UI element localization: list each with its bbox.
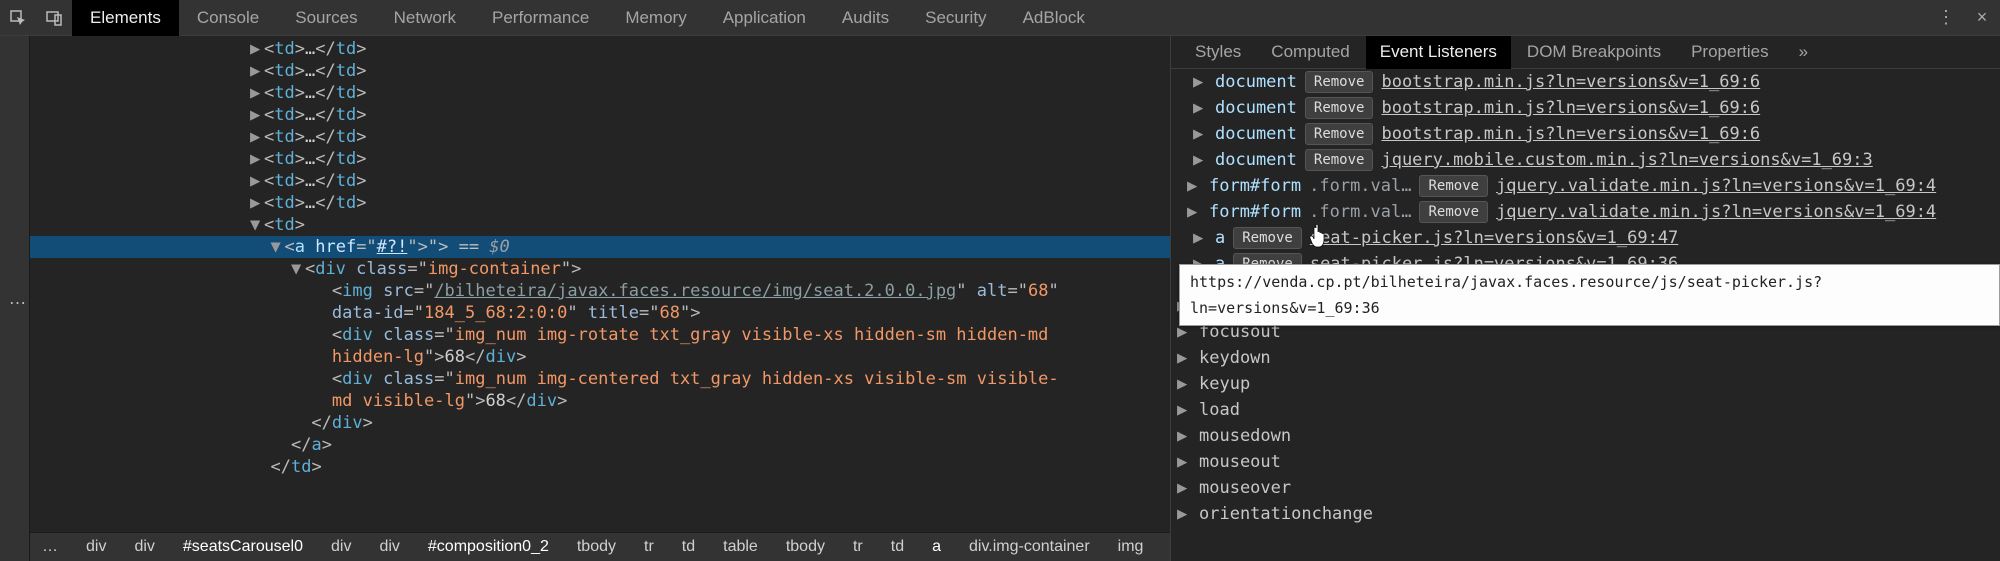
listener-source-link[interactable]: seat-picker.js?ln=versions&v=1_69:47 xyxy=(1310,225,1678,251)
collapsed-td-row[interactable]: ▶<td>…</td> xyxy=(250,170,1170,192)
breadcrumb-14[interactable]: a xyxy=(932,538,941,556)
remove-listener-button[interactable]: Remove xyxy=(1419,201,1488,223)
close-devtools-icon[interactable]: × xyxy=(1964,0,2000,36)
breadcrumb-4[interactable]: div xyxy=(331,538,351,556)
listener-source-link[interactable]: bootstrap.min.js?ln=versions&v=1_69:6 xyxy=(1381,69,1760,95)
tab-security[interactable]: Security xyxy=(907,0,1004,36)
listener-row[interactable]: ▶form#form.form.val… Remove jquery.valid… xyxy=(1187,199,2000,225)
event-type-mousedown[interactable]: ▶mousedown xyxy=(1171,423,2000,449)
event-type-orientationchange[interactable]: ▶orientationchange xyxy=(1171,501,2000,527)
event-type-mouseover[interactable]: ▶mouseover xyxy=(1171,475,2000,501)
listener-source-link[interactable]: jquery.validate.min.js?ln=versions&v=1_6… xyxy=(1496,173,1936,199)
inspect-element-icon[interactable] xyxy=(0,0,36,36)
breadcrumb-0[interactable]: … xyxy=(42,538,58,556)
breadcrumb-1[interactable]: div xyxy=(86,538,106,556)
breadcrumb-7[interactable]: tbody xyxy=(577,538,616,556)
sidepanel-tab-styles[interactable]: Styles xyxy=(1181,36,1255,69)
listener-row[interactable]: ▶document Remove bootstrap.min.js?ln=ver… xyxy=(1187,95,2000,121)
tab-network[interactable]: Network xyxy=(376,0,474,36)
remove-listener-button[interactable]: Remove xyxy=(1233,227,1302,249)
remove-listener-button[interactable]: Remove xyxy=(1305,123,1374,145)
tab-sources[interactable]: Sources xyxy=(277,0,375,36)
listener-row[interactable]: ▶document Remove jquery.mobile.custom.mi… xyxy=(1187,147,2000,173)
dom-panel: ▶<td>…</td>▶<td>…</td>▶<td>…</td>▶<td>…<… xyxy=(30,36,1170,561)
kebab-menu-icon[interactable]: ⋮ xyxy=(1928,0,1964,36)
tab-application[interactable]: Application xyxy=(705,0,824,36)
remove-listener-button[interactable]: Remove xyxy=(1305,97,1374,119)
event-type-mouseout[interactable]: ▶mouseout xyxy=(1171,449,2000,475)
device-toggle-icon[interactable] xyxy=(36,0,72,36)
listener-source-link[interactable]: jquery.mobile.custom.min.js?ln=versions&… xyxy=(1381,147,1872,173)
breadcrumb-16[interactable]: img xyxy=(1118,538,1144,556)
more-tabs-icon[interactable]: » xyxy=(1785,36,1822,69)
collapsed-td-row[interactable]: ▶<td>…</td> xyxy=(250,126,1170,148)
right-panel-tabs: StylesComputedEvent ListenersDOM Breakpo… xyxy=(1171,36,2000,69)
event-listeners-panel[interactable]: ▶document Remove bootstrap.min.js?ln=ver… xyxy=(1171,69,2000,561)
tab-elements[interactable]: Elements xyxy=(72,0,179,36)
tab-console[interactable]: Console xyxy=(179,0,277,36)
tab-audits[interactable]: Audits xyxy=(824,0,907,36)
tab-adblock[interactable]: AdBlock xyxy=(1005,0,1103,36)
sidepanel-tab-properties[interactable]: Properties xyxy=(1677,36,1782,69)
collapsed-td-row[interactable]: ▶<td>…</td> xyxy=(250,192,1170,214)
right-panel: StylesComputedEvent ListenersDOM Breakpo… xyxy=(1170,36,2000,561)
remove-listener-button[interactable]: Remove xyxy=(1419,175,1488,197)
breadcrumb-10[interactable]: table xyxy=(723,538,758,556)
listener-row[interactable]: ▶document Remove bootstrap.min.js?ln=ver… xyxy=(1187,121,2000,147)
main-area: … ▶<td>…</td>▶<td>…</td>▶<td>…</td>▶<td>… xyxy=(0,36,2000,561)
listener-source-link[interactable]: bootstrap.min.js?ln=versions&v=1_69:6 xyxy=(1381,95,1760,121)
event-type-keydown[interactable]: ▶keydown xyxy=(1171,345,2000,371)
dom-tree[interactable]: ▶<td>…</td>▶<td>…</td>▶<td>…</td>▶<td>…<… xyxy=(30,36,1170,532)
event-type-keyup[interactable]: ▶keyup xyxy=(1171,371,2000,397)
breadcrumb-11[interactable]: tbody xyxy=(786,538,825,556)
tab-memory[interactable]: Memory xyxy=(607,0,704,36)
listener-row[interactable]: ▶form#form.form.val… Remove jquery.valid… xyxy=(1187,173,2000,199)
sidepanel-tab-dom-breakpoints[interactable]: DOM Breakpoints xyxy=(1513,36,1675,69)
listener-row[interactable]: ▶a Remove seat-picker.js?ln=versions&v=1… xyxy=(1187,225,2000,251)
top-tabs-bar: ElementsConsoleSourcesNetworkPerformance… xyxy=(0,0,2000,36)
collapsed-td-row[interactable]: ▶<td>…</td> xyxy=(250,82,1170,104)
breadcrumbs-bar[interactable]: … div div #seatsCarousel0 div div #composition… xyxy=(30,532,1170,561)
collapsed-td-row[interactable]: ▶<td>…</td> xyxy=(250,148,1170,170)
breadcrumb-9[interactable]: td xyxy=(682,538,695,556)
breadcrumb-8[interactable]: tr xyxy=(644,538,654,556)
left-gutter: … xyxy=(0,36,30,561)
breadcrumb-15[interactable]: div.img-container xyxy=(969,538,1090,556)
sidepanel-tab-computed[interactable]: Computed xyxy=(1257,36,1363,69)
event-type-load[interactable]: ▶load xyxy=(1171,397,2000,423)
breadcrumb-2[interactable]: div xyxy=(134,538,154,556)
breadcrumb-13[interactable]: td xyxy=(891,538,904,556)
remove-listener-button[interactable]: Remove xyxy=(1305,149,1374,171)
remove-listener-button[interactable]: Remove xyxy=(1305,71,1374,93)
collapsed-td-row[interactable]: ▶<td>…</td> xyxy=(250,104,1170,126)
sidepanel-tab-event-listeners[interactable]: Event Listeners xyxy=(1366,36,1511,69)
listener-source-link[interactable]: bootstrap.min.js?ln=versions&v=1_69:6 xyxy=(1381,121,1760,147)
listener-source-link[interactable]: jquery.validate.min.js?ln=versions&v=1_6… xyxy=(1496,199,1936,225)
breadcrumb-6[interactable]: #composition0_2 xyxy=(428,538,549,556)
breadcrumb-12[interactable]: tr xyxy=(853,538,863,556)
breadcrumb-3[interactable]: #seatsCarousel0 xyxy=(183,538,303,556)
tab-performance[interactable]: Performance xyxy=(474,0,607,36)
listener-row[interactable]: ▶document Remove bootstrap.min.js?ln=ver… xyxy=(1187,69,2000,95)
source-tooltip: https://venda.cp.pt/bilheteira/javax.fac… xyxy=(1179,264,2000,326)
collapsed-td-row[interactable]: ▶<td>…</td> xyxy=(250,60,1170,82)
selected-node-row[interactable]: ▼<a href="#?!">"> == $0 xyxy=(30,236,1170,258)
breadcrumb-5[interactable]: div xyxy=(379,538,399,556)
gutter-ellipsis-icon: … xyxy=(1,288,29,309)
collapsed-td-row[interactable]: ▶<td>…</td> xyxy=(250,38,1170,60)
